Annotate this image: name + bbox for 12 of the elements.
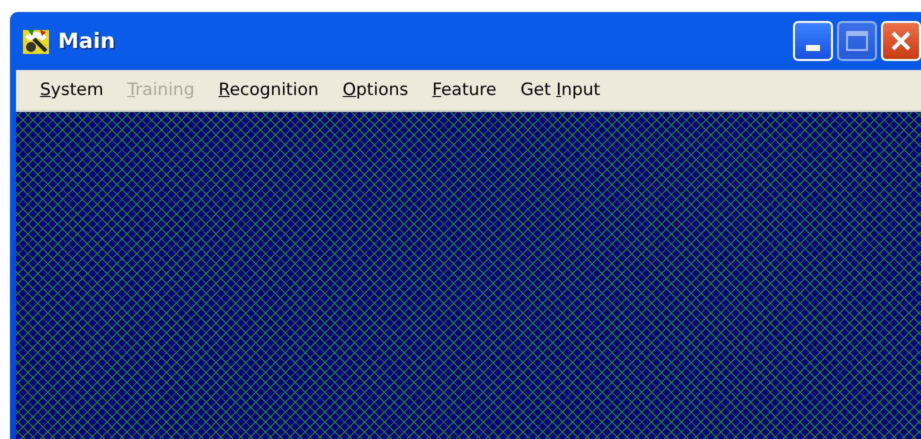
menu-item[interactable]: Recognition <box>206 80 331 100</box>
window-title: Main <box>58 29 116 53</box>
minimize-button[interactable] <box>793 21 833 61</box>
minimize-icon <box>806 45 820 51</box>
menu-item[interactable]: System <box>28 80 116 100</box>
app-icon <box>22 27 50 55</box>
menu-item[interactable]: Feature <box>420 80 508 100</box>
close-button[interactable] <box>881 21 921 61</box>
close-icon <box>890 30 912 52</box>
maximize-icon <box>846 31 868 51</box>
menu-item[interactable]: Options <box>330 80 420 100</box>
menu-item[interactable]: Get Input <box>508 80 612 100</box>
